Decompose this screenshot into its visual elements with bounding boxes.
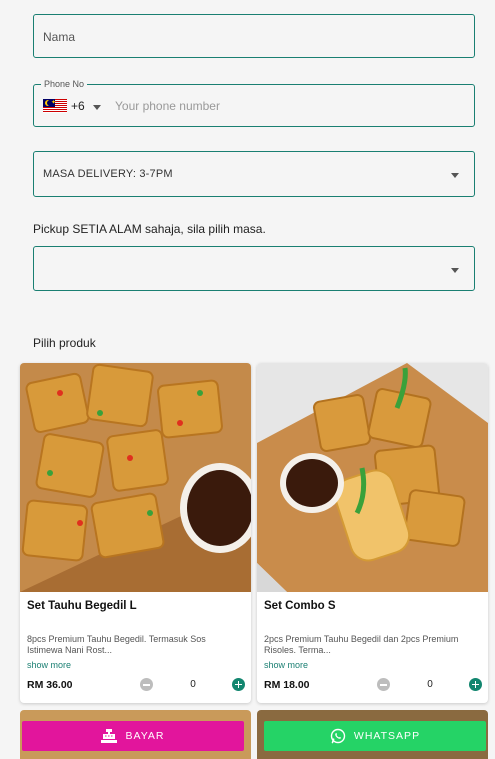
decrease-quantity-button[interactable] xyxy=(377,678,390,691)
product-card[interactable]: Set Tauhu Begedil L 8pcs Premium Tauhu B… xyxy=(20,363,251,703)
product-description: 8pcs Premium Tauhu Begedil. Termasuk Sos… xyxy=(27,634,206,655)
whatsapp-button-label: WHATSAPP xyxy=(353,730,421,742)
products-section-label: Pilih produk xyxy=(33,336,96,350)
cash-register-icon xyxy=(101,729,118,743)
pay-button[interactable]: BAYAR xyxy=(22,721,244,751)
whatsapp-icon xyxy=(330,728,346,744)
product-image xyxy=(257,363,488,592)
product-quantity: 0 xyxy=(190,679,196,690)
name-input[interactable]: Nama xyxy=(33,14,475,58)
product-title: Set Combo S xyxy=(264,600,336,612)
delivery-time-select[interactable]: MASA DELIVERY: 3-7PM xyxy=(33,151,475,197)
phone-field[interactable]: Phone No ✦ +6 Your phone number xyxy=(33,78,475,127)
product-quantity: 0 xyxy=(427,679,433,690)
product-title: Set Tauhu Begedil L xyxy=(27,600,137,612)
product-card[interactable]: Set Combo S 2pcs Premium Tauhu Begedil d… xyxy=(257,363,488,703)
delivery-time-value: MASA DELIVERY: 3-7PM xyxy=(43,168,173,180)
product-description: 2pcs Premium Tauhu Begedil dan 2pcs Prem… xyxy=(264,634,459,655)
product-price: RM 18.00 xyxy=(264,679,310,691)
increase-quantity-button[interactable] xyxy=(232,678,245,691)
product-price: RM 36.00 xyxy=(27,679,73,691)
show-more-link[interactable]: show more xyxy=(264,660,308,670)
show-more-link[interactable]: show more xyxy=(27,660,71,670)
phone-label: Phone No xyxy=(41,78,88,90)
chevron-down-icon xyxy=(451,268,459,273)
pickup-time-select[interactable] xyxy=(33,246,475,291)
country-code[interactable]: +6 xyxy=(71,99,85,113)
increase-quantity-button[interactable] xyxy=(469,678,482,691)
product-image xyxy=(20,363,251,592)
name-placeholder: Nama xyxy=(43,30,76,44)
pay-button-label: BAYAR xyxy=(125,730,165,742)
chevron-down-icon xyxy=(451,173,459,178)
whatsapp-button[interactable]: WHATSAPP xyxy=(264,721,486,751)
pickup-label: Pickup SETIA ALAM sahaja, sila pilih mas… xyxy=(33,222,266,236)
country-dropdown-caret-icon[interactable] xyxy=(93,105,101,110)
malaysia-flag-icon[interactable]: ✦ xyxy=(43,99,67,113)
decrease-quantity-button[interactable] xyxy=(140,678,153,691)
phone-input[interactable]: Your phone number xyxy=(115,99,220,113)
